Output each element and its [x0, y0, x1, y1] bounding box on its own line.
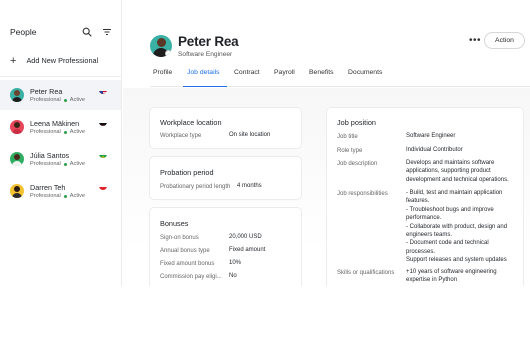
job-responsibilities-label: Job responsibilities — [337, 191, 388, 197]
person-status: Active — [69, 129, 86, 135]
add-new-professional-button[interactable]: + Add New Professional — [10, 54, 99, 67]
person-item-julia-santos[interactable]: Júlia Santos Professional Active — [0, 144, 121, 174]
probation-period-card: Probation period Probationary period len… — [149, 156, 302, 200]
person-status: Active — [69, 161, 86, 167]
card-title: Workplace location — [160, 118, 222, 127]
text-line: development and technical operations. — [406, 176, 509, 183]
status-dot — [63, 162, 67, 166]
text-line: - Build, test and maintain application — [406, 190, 503, 196]
job-title-label: Job title — [337, 134, 358, 140]
workplace-type-value: On site location — [229, 132, 271, 138]
tab-documents[interactable]: Documents — [348, 69, 382, 76]
person-name: Júlia Santos — [30, 151, 70, 160]
tab-benefits[interactable]: Benefits — [309, 69, 334, 76]
job-title-value: Software Engineer — [406, 133, 456, 139]
person-item-peter-rea[interactable]: Peter Rea Professional Active — [0, 80, 121, 110]
sign-on-bonus-value: 20,000 USD — [229, 234, 262, 240]
tab-payroll[interactable]: Payroll — [274, 69, 295, 76]
indonesia-flag-icon — [99, 182, 107, 190]
more-options-button[interactable]: ••• — [469, 35, 481, 46]
sidebar-divider — [0, 76, 121, 77]
person-role: Professional — [30, 97, 61, 103]
probationary-period-label: Probationary period length — [160, 184, 231, 190]
tab-job-details[interactable]: Job details — [187, 69, 220, 76]
text-line: processes. — [406, 248, 436, 255]
card-title: Probation period — [160, 168, 214, 177]
text-line: engineers teams. — [406, 232, 453, 239]
bottom-blank-area — [0, 286, 530, 350]
text-line: performance. — [406, 215, 442, 222]
person-status: Active — [69, 193, 86, 199]
role-type-value: Individual Contributor — [406, 147, 463, 153]
status-dot — [63, 130, 67, 134]
text-line: - Troubleshoot bugs and improve — [406, 206, 494, 213]
card-title: Job position — [337, 118, 376, 127]
card-title: Bonuses — [160, 219, 189, 228]
person-item-darren-teh[interactable]: Darren Teh Professional Active — [0, 176, 121, 206]
tab-profile[interactable]: Profile — [153, 69, 172, 76]
person-role: Professional — [30, 161, 61, 167]
sidebar-actions — [81, 26, 112, 37]
job-position-card: Job position Job title Software Engineer… — [326, 107, 524, 307]
person-item-leena-makinen[interactable]: Leena Mäkinen Professional Active — [0, 112, 121, 142]
probationary-period-value: 4 months — [237, 183, 262, 189]
avatar — [10, 120, 24, 134]
person-name: Leena Mäkinen — [30, 119, 80, 128]
status-dot — [63, 194, 67, 198]
status-dot — [63, 98, 67, 102]
person-status: Active — [69, 97, 86, 103]
annual-bonus-type-value: Fixed amount — [229, 247, 266, 253]
job-description-value: Develops and maintains software applicat… — [406, 159, 524, 184]
workplace-location-card: Workplace location Workplace type On sit… — [149, 107, 302, 149]
profile-avatar — [150, 35, 172, 57]
fixed-amount-bonus-value: 10% — [229, 260, 242, 266]
fixed-amount-bonus-label: Fixed amount bonus — [160, 261, 215, 267]
person-name: Darren Teh — [30, 183, 66, 192]
brazil-flag-icon — [99, 150, 107, 158]
person-role: Professional — [30, 193, 61, 199]
skills-label: Skills or qualifications — [337, 270, 395, 276]
role-type-label: Role type — [337, 148, 363, 154]
text-line: Develops and maintains software — [406, 160, 495, 166]
text-line: - Collaborate with product, design and — [406, 223, 508, 230]
job-description-label: Job description — [337, 161, 378, 167]
profile-tabs: Profile Job details Contract Payroll Ben… — [150, 66, 530, 87]
sidebar-title: People — [10, 27, 37, 37]
tab-contract[interactable]: Contract — [234, 69, 260, 76]
skills-value: +10 years of software engineering expert… — [406, 268, 524, 285]
text-line: - Document code and technical — [406, 240, 489, 247]
add-new-professional-label: Add New Professional — [26, 56, 99, 65]
text-line: +10 years of software engineering — [406, 269, 497, 275]
text-line: expertise in Python — [406, 277, 458, 284]
us-flag-icon — [99, 86, 107, 94]
plus-icon: + — [10, 54, 17, 67]
avatar — [10, 88, 24, 102]
avatar — [10, 184, 24, 198]
active-tab-indicator — [183, 85, 227, 87]
avatar — [10, 152, 24, 166]
person-role: Professional — [30, 129, 61, 135]
workplace-type-label: Workplace type — [160, 133, 202, 139]
profile-title: Software Engineer — [178, 51, 233, 58]
people-sidebar: People + Add New Professional Peter Rea … — [0, 0, 122, 290]
action-button[interactable]: Action — [484, 32, 525, 49]
profile-name: Peter Rea — [178, 34, 239, 49]
filter-icon[interactable] — [101, 26, 112, 37]
text-line: features. — [406, 198, 430, 205]
commission-pay-value: No — [229, 273, 237, 279]
sign-on-bonus-label: Sign-on bonus — [160, 235, 199, 241]
annual-bonus-type-label: Annual bonus type — [160, 248, 210, 254]
avatar-badge-icon — [165, 50, 172, 57]
text-line: Support releases and system updates — [406, 257, 507, 264]
text-line: applications, supporting product — [406, 168, 491, 175]
germany-flag-icon — [99, 118, 107, 126]
job-responsibilities-value: - Build, test and maintain application f… — [406, 189, 524, 265]
search-icon[interactable] — [81, 26, 92, 37]
person-name: Peter Rea — [30, 87, 63, 96]
commission-pay-label: Commission pay eligi... — [160, 274, 222, 280]
